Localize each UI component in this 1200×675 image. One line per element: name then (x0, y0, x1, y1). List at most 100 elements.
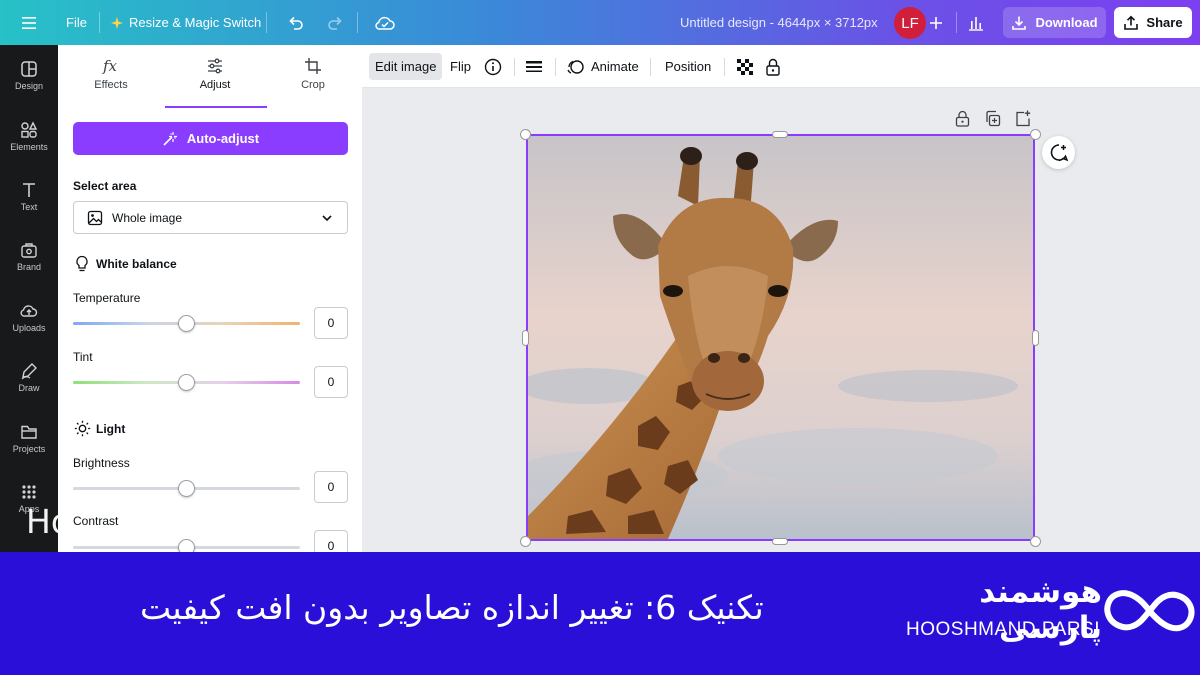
text-icon (23, 182, 35, 197)
file-menu-label: File (66, 15, 87, 30)
share-button[interactable]: Share (1114, 7, 1192, 38)
plus-icon (930, 16, 942, 29)
comment-add-icon (1050, 143, 1068, 161)
auto-adjust-button[interactable]: Auto-adjust (73, 122, 348, 155)
avatar-initials: LF (901, 14, 919, 32)
context-toolbar: Edit image Flip Animate Position (362, 45, 1200, 88)
banner-title: تکنیک 6: تغییر اندازه تصاویر بدون افت کی… (140, 588, 764, 627)
top-bar: File Resize & Magic Switch Untitled desi… (0, 0, 1200, 45)
active-tab-indicator (165, 106, 267, 108)
divider (555, 58, 556, 76)
tint-value-input[interactable]: 0 (314, 366, 348, 398)
cloud-check-icon (375, 16, 395, 30)
tint-value: 0 (327, 375, 335, 389)
divider (357, 12, 358, 33)
lock-button[interactable] (765, 53, 781, 80)
sun-icon (74, 420, 91, 437)
add-page-icon[interactable] (1015, 110, 1031, 127)
download-button[interactable]: Download (1003, 7, 1106, 38)
tint-slider-thumb[interactable] (178, 374, 195, 391)
undo-button[interactable] (287, 0, 305, 45)
sliders-icon (208, 58, 222, 74)
rail-label-elements: Elements (10, 141, 48, 152)
resize-handle-left[interactable] (522, 330, 529, 346)
menu-button[interactable] (20, 0, 38, 45)
tab-crop-label: Crop (301, 79, 325, 91)
add-collaborator-button[interactable] (929, 0, 943, 45)
cloud-save-status-button[interactable] (374, 0, 396, 45)
rail-item-design[interactable]: Design (0, 50, 58, 100)
insights-button[interactable] (967, 0, 985, 45)
rail-label-text: Text (20, 201, 38, 212)
giraffe-photo (528, 136, 1033, 539)
resize-handle-top[interactable] (772, 131, 788, 138)
share-upload-icon (1124, 15, 1139, 30)
info-icon (484, 58, 502, 75)
svg-text:fx: fx (102, 57, 118, 75)
add-comment-button[interactable] (1042, 136, 1075, 169)
brightness-value: 0 (327, 480, 335, 494)
bar-chart-icon (969, 16, 983, 31)
apps-icon (22, 484, 36, 499)
resize-handle-right[interactable] (1032, 330, 1039, 346)
lock-open-icon (766, 58, 780, 76)
divider (724, 58, 725, 76)
brightness-slider-thumb[interactable] (178, 480, 195, 497)
redo-button[interactable] (326, 0, 344, 45)
tab-adjust[interactable]: Adjust (170, 57, 260, 91)
elements-icon (21, 120, 38, 138)
temperature-slider-thumb[interactable] (178, 315, 195, 332)
rail-item-elements[interactable]: Elements (0, 111, 58, 161)
border-style-button[interactable] (525, 53, 543, 80)
file-menu-button[interactable]: File (66, 0, 87, 45)
lock-icon[interactable] (955, 110, 970, 127)
transparency-checker-icon (737, 58, 753, 75)
uploads-icon (20, 304, 38, 317)
transparency-button[interactable] (736, 53, 754, 80)
auto-adjust-label: Auto-adjust (186, 131, 260, 146)
select-area-value: Whole image (112, 210, 183, 225)
resize-handle-bottom[interactable] (772, 538, 788, 545)
duplicate-icon[interactable] (985, 110, 1001, 127)
share-label: Share (1146, 15, 1183, 30)
rail-item-draw[interactable]: Draw (0, 352, 58, 402)
resize-handle-top-right[interactable] (1030, 129, 1041, 140)
tab-crop[interactable]: Crop (268, 57, 358, 91)
rail-item-uploads[interactable]: Uploads (0, 292, 58, 342)
rail-item-projects[interactable]: Projects (0, 413, 58, 463)
hamburger-icon (22, 16, 36, 29)
brightness-value-input[interactable]: 0 (314, 471, 348, 503)
resize-handle-bottom-left[interactable] (520, 536, 531, 547)
crop-icon (305, 58, 321, 74)
magic-wand-icon (163, 131, 177, 146)
flip-label: Flip (450, 59, 471, 74)
download-label: Download (1035, 15, 1098, 30)
contrast-slider-thumb[interactable] (178, 539, 195, 552)
tint-label: Tint (73, 350, 93, 364)
giraffe-image[interactable] (526, 134, 1035, 541)
select-area-dropdown[interactable]: Whole image (73, 201, 348, 234)
resize-handle-top-left[interactable] (520, 129, 531, 140)
edit-image-button[interactable]: Edit image (369, 53, 443, 80)
light-heading: Light (96, 422, 126, 436)
rail-item-brand[interactable]: Brand (0, 231, 58, 281)
rail-item-text[interactable]: Text (0, 171, 58, 221)
document-title[interactable]: Untitled design - 4644px × 3712px (680, 0, 878, 45)
white-balance-heading: White balance (96, 257, 177, 271)
temperature-value-input[interactable]: 0 (314, 307, 348, 339)
resize-handle-bottom-right[interactable] (1030, 536, 1041, 547)
animate-button[interactable]: Animate (567, 53, 639, 80)
position-button[interactable]: Position (665, 53, 711, 80)
resize-magic-switch-button[interactable]: Resize & Magic Switch (111, 0, 261, 45)
rail-label-draw: Draw (18, 382, 40, 393)
brand-icon (21, 242, 37, 258)
contrast-value-input[interactable]: 0 (314, 530, 348, 552)
flip-button[interactable]: Flip (450, 53, 471, 80)
user-avatar[interactable]: LF (894, 7, 926, 39)
tab-effects[interactable]: fx Effects (66, 57, 156, 91)
image-info-button[interactable] (484, 53, 502, 80)
border-lines-icon (526, 60, 542, 72)
temperature-label: Temperature (73, 291, 141, 305)
contrast-value: 0 (327, 539, 335, 552)
brand-name-english: HOOSHMAND PARSI (906, 619, 1101, 640)
